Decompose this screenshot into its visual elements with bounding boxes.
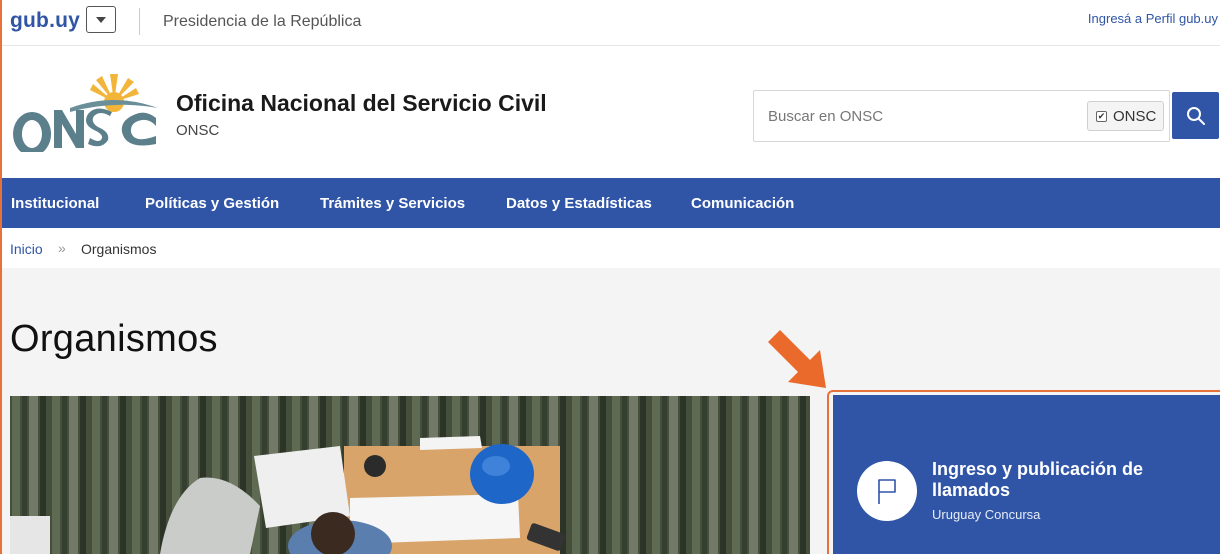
search-scope-toggle[interactable]: ✔ ONSC: [1087, 101, 1164, 131]
breadcrumb: Inicio » Organismos: [2, 228, 1220, 268]
caret-down-icon: [96, 16, 106, 23]
nav-item-politicas[interactable]: Políticas y Gestión: [145, 195, 279, 212]
topbar-divider: [139, 8, 140, 35]
gub-topbar: gub.uy Presidencia de la República Ingre…: [2, 0, 1220, 46]
nav-item-datos[interactable]: Datos y Estadísticas: [506, 195, 652, 212]
site-title[interactable]: Oficina Nacional del Servicio Civil: [176, 90, 547, 117]
breadcrumb-home-link[interactable]: Inicio: [10, 241, 43, 257]
card-subtitle: Uruguay Concursa: [932, 507, 1041, 522]
checkbox-checked-icon: ✔: [1096, 110, 1107, 122]
main-nav: Institucional Políticas y Gestión Trámit…: [2, 178, 1220, 228]
site-subtitle: ONSC: [176, 122, 220, 139]
card-title: Ingreso y publicación de llamados: [932, 459, 1144, 500]
page-title: Organismos: [10, 318, 218, 360]
gub-dropdown-button[interactable]: [86, 6, 116, 33]
search-button[interactable]: [1172, 92, 1219, 139]
nav-item-comunicacion[interactable]: Comunicación: [691, 195, 794, 212]
perfil-login-link[interactable]: Ingresá a Perfil gub.uy: [1088, 11, 1218, 26]
search-box: ✔ ONSC: [753, 90, 1170, 142]
search-icon: [1186, 106, 1205, 125]
breadcrumb-separator: »: [58, 240, 66, 256]
search-scope-label: ONSC: [1113, 107, 1157, 125]
search-input[interactable]: [754, 91, 1074, 141]
presidencia-label: Presidencia de la República: [163, 13, 362, 30]
hero-photo: [10, 396, 810, 554]
breadcrumb-current: Organismos: [81, 241, 157, 257]
flag-icon: [878, 479, 896, 504]
site-header: Oficina Nacional del Servicio Civil ONSC…: [2, 46, 1220, 178]
nav-item-institucional[interactable]: Institucional: [11, 195, 99, 212]
main-content: Organismos Ingreso y publicación de llam…: [2, 268, 1220, 554]
gub-uy-logo[interactable]: gub.uy: [10, 9, 80, 33]
nav-item-tramites[interactable]: Trámites y Servicios: [320, 195, 465, 212]
llamados-card[interactable]: Ingreso y publicación de llamados Urugua…: [833, 395, 1220, 554]
card-icon-circle: [857, 461, 917, 521]
onsc-logo[interactable]: [10, 72, 160, 152]
highlight-arrow-icon: [768, 330, 826, 388]
